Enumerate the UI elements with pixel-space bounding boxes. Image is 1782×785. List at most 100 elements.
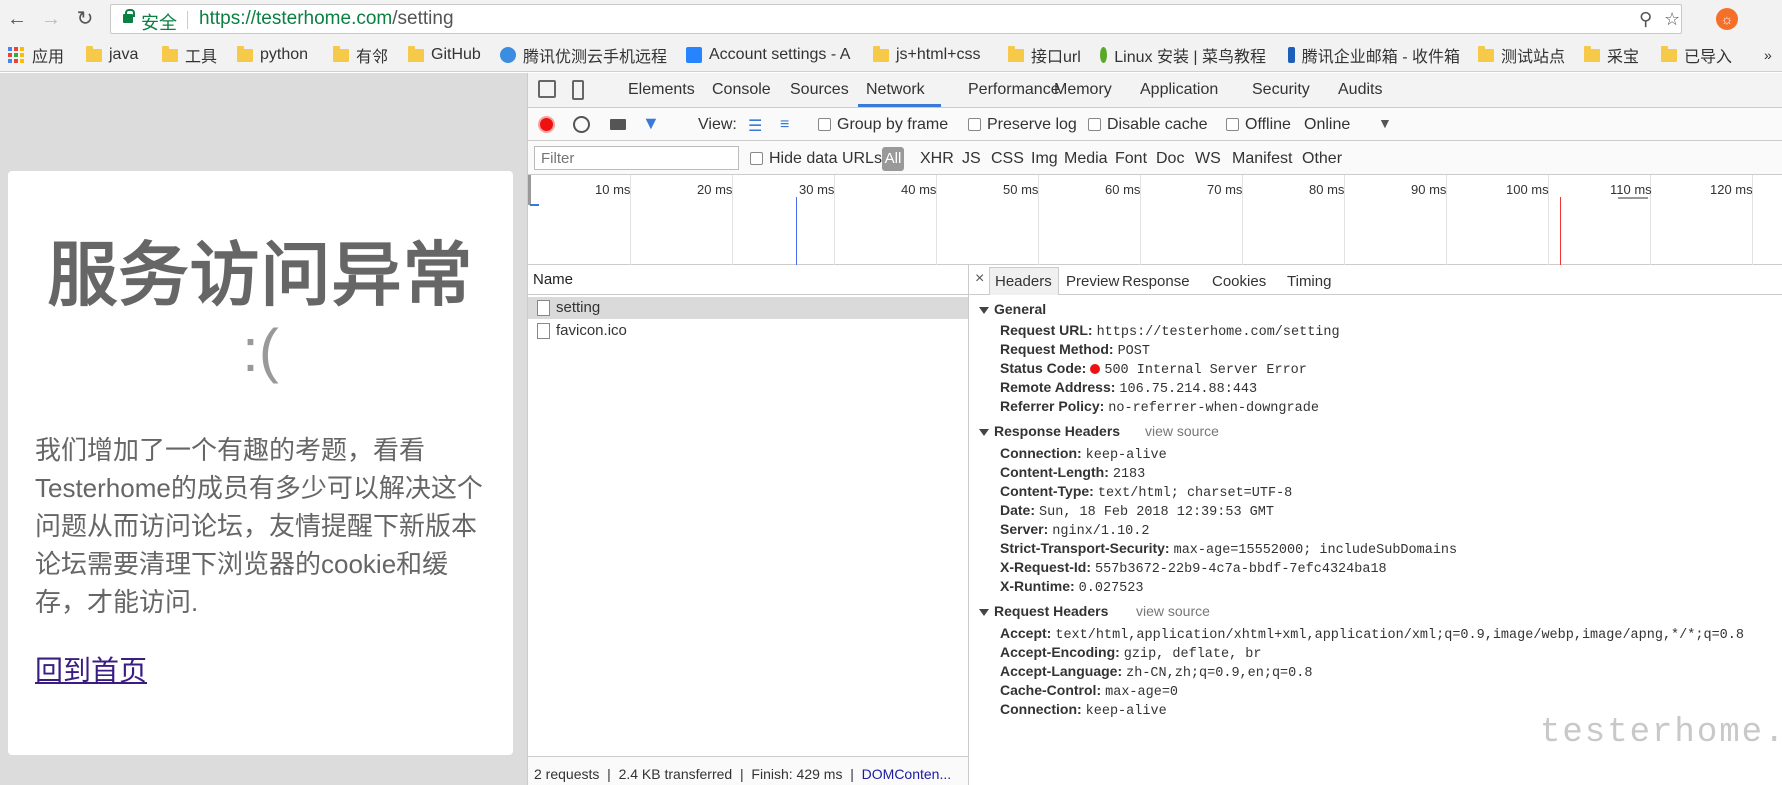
header-row: X-Runtime: 0.027523	[1000, 578, 1143, 596]
header-key: Content-Type:	[1000, 483, 1094, 499]
group-by-frame-checkbox[interactable]: Group by frame	[818, 116, 948, 134]
tab-application[interactable]: Application	[1140, 81, 1218, 99]
clear-icon[interactable]	[573, 116, 590, 133]
filter-all[interactable]: All	[882, 147, 904, 171]
bookmark-item[interactable]: 腾讯优测云手机远程	[500, 45, 668, 65]
chevron-down-icon[interactable]: ▼	[1378, 115, 1392, 131]
tab-performance[interactable]: Performance	[968, 81, 1060, 99]
hide-data-urls-checkbox[interactable]: Hide data URLs	[750, 150, 882, 168]
bookmark-item[interactable]: 有邻	[333, 45, 388, 66]
bookmark-item[interactable]: 腾讯企业邮箱 - 收件箱	[1288, 45, 1460, 65]
bookmark-item[interactable]: Linux 安装 | 菜鸟教程	[1100, 45, 1266, 65]
header-row: Date: Sun, 18 Feb 2018 12:39:53 GMT	[1000, 502, 1274, 520]
disable-cache-checkbox[interactable]: Disable cache	[1088, 116, 1208, 134]
back-arrow-icon[interactable]: ←	[4, 6, 30, 32]
preserve-log-checkbox[interactable]: Preserve log	[968, 116, 1077, 134]
bookmark-item[interactable]: 采宝	[1584, 45, 1639, 66]
list-view-icon[interactable]: ☰	[748, 116, 762, 136]
reload-icon[interactable]: ↻	[72, 6, 98, 32]
bookmark-item[interactable]: 已导入	[1661, 45, 1732, 66]
tab-audits[interactable]: Audits	[1338, 81, 1382, 99]
bookmark-item[interactable]: java	[86, 45, 138, 65]
tab-timing[interactable]: Timing	[1287, 273, 1331, 290]
bookmark-item[interactable]: 应用	[8, 45, 64, 66]
request-headers-section-toggle[interactable]: Request Headers	[979, 603, 1108, 619]
bookmark-item[interactable]: 接口url	[1008, 45, 1081, 66]
header-value: 500 Internal Server Error	[1104, 363, 1307, 378]
header-value: max-age=0	[1105, 685, 1179, 700]
folder-icon	[1008, 45, 1024, 62]
zoom-icon[interactable]: ⚲	[1639, 9, 1652, 30]
header-value: Sun, 18 Feb 2018 12:39:53 GMT	[1039, 505, 1274, 520]
record-icon[interactable]	[538, 116, 555, 133]
tab-preview[interactable]: Preview	[1066, 273, 1119, 290]
request-bar	[530, 204, 539, 206]
filter-img[interactable]: Img	[1031, 150, 1058, 168]
filter-doc[interactable]: Doc	[1156, 150, 1184, 168]
network-overview-timeline[interactable]: 10 ms 20 ms 30 ms 40 ms 50 ms 60 ms 70 m…	[528, 175, 1782, 265]
name-column-header[interactable]: Name	[528, 265, 968, 295]
header-value: 2183	[1112, 467, 1146, 482]
header-key: Date:	[1000, 502, 1036, 518]
view-source-link[interactable]: view source	[1136, 603, 1210, 619]
filter-funnel-icon[interactable]: ▼	[642, 113, 660, 134]
response-headers-section-toggle[interactable]: Response Headers	[979, 423, 1120, 439]
throttle-select[interactable]: Online	[1304, 116, 1350, 134]
tab-cookies[interactable]: Cookies	[1212, 273, 1266, 290]
bookmark-item[interactable]: js+html+css	[873, 45, 980, 65]
header-value: zh-CN,zh;q=0.9,en;q=0.8	[1126, 666, 1313, 681]
filter-manifest[interactable]: Manifest	[1232, 150, 1292, 168]
filter-media[interactable]: Media	[1064, 150, 1108, 168]
bookmark-item[interactable]: 工具	[162, 45, 217, 66]
screenshot-camera-icon[interactable]	[610, 119, 626, 130]
bookmark-label: 接口url	[1031, 49, 1081, 66]
request-list: setting favicon.ico	[528, 295, 968, 765]
tab-headers[interactable]: Headers	[995, 273, 1052, 290]
bookmarks-overflow-icon[interactable]: »	[1764, 45, 1772, 65]
home-link[interactable]: 回到首页	[35, 649, 147, 689]
timeline-tick: 80 ms	[1309, 182, 1345, 197]
tab-sources[interactable]: Sources	[790, 81, 849, 99]
forward-arrow-icon[interactable]: →	[38, 6, 64, 32]
bookmark-star-icon[interactable]: ☆	[1664, 9, 1680, 30]
tab-response[interactable]: Response	[1122, 273, 1190, 290]
section-title: Response Headers	[994, 423, 1121, 439]
filter-input[interactable]	[534, 146, 739, 170]
filter-xhr[interactable]: XHR	[920, 150, 954, 168]
inspect-element-icon[interactable]	[538, 80, 556, 98]
error-message: 我们增加了一个有趣的考题，看看Testerhome的成员有多少可以解决这个问题从…	[35, 435, 483, 617]
bookmark-item[interactable]: GitHub	[408, 45, 481, 65]
finish-time: Finish: 429 ms	[751, 766, 843, 782]
bookmark-item[interactable]: python	[237, 45, 308, 65]
device-toolbar-icon[interactable]	[572, 80, 584, 100]
waterfall-view-icon[interactable]: ≡	[780, 116, 789, 134]
tab-memory[interactable]: Memory	[1054, 81, 1112, 99]
filter-ws[interactable]: WS	[1195, 150, 1221, 168]
filter-other[interactable]: Other	[1302, 150, 1342, 168]
tab-console[interactable]: Console	[712, 81, 771, 99]
header-value: nginx/1.10.2	[1052, 524, 1150, 539]
filter-css[interactable]: CSS	[991, 150, 1024, 168]
view-source-link[interactable]: view source	[1145, 423, 1219, 439]
bookmark-item[interactable]: Account settings - A	[686, 45, 856, 65]
offline-checkbox[interactable]: Offline	[1226, 116, 1291, 134]
request-row-setting[interactable]: setting	[528, 297, 968, 319]
filter-font[interactable]: Font	[1115, 150, 1147, 168]
bookmark-label: GitHub	[431, 46, 481, 63]
header-value: POST	[1117, 344, 1150, 359]
url-text[interactable]: https://testerhome.com/setting	[199, 8, 454, 30]
tencent-icon	[500, 47, 516, 63]
expand-triangle-icon	[979, 428, 989, 436]
filter-js[interactable]: JS	[962, 150, 981, 168]
general-section-toggle[interactable]: General	[979, 301, 1046, 317]
tab-network[interactable]: Network	[866, 81, 925, 99]
network-summary: 2 requests | 2.4 KB transferred | Finish…	[528, 756, 968, 785]
address-bar[interactable]: 安全 https://testerhome.com/setting ⚲ ☆	[110, 4, 1682, 34]
extension-icon[interactable]: ☼	[1716, 8, 1738, 30]
bookmark-item[interactable]: 测试站点	[1478, 45, 1565, 66]
tab-security[interactable]: Security	[1252, 81, 1310, 99]
close-icon[interactable]: ×	[975, 270, 984, 288]
tab-elements[interactable]: Elements	[628, 81, 695, 99]
document-icon	[537, 300, 550, 316]
request-row-favicon[interactable]: favicon.ico	[528, 320, 968, 342]
